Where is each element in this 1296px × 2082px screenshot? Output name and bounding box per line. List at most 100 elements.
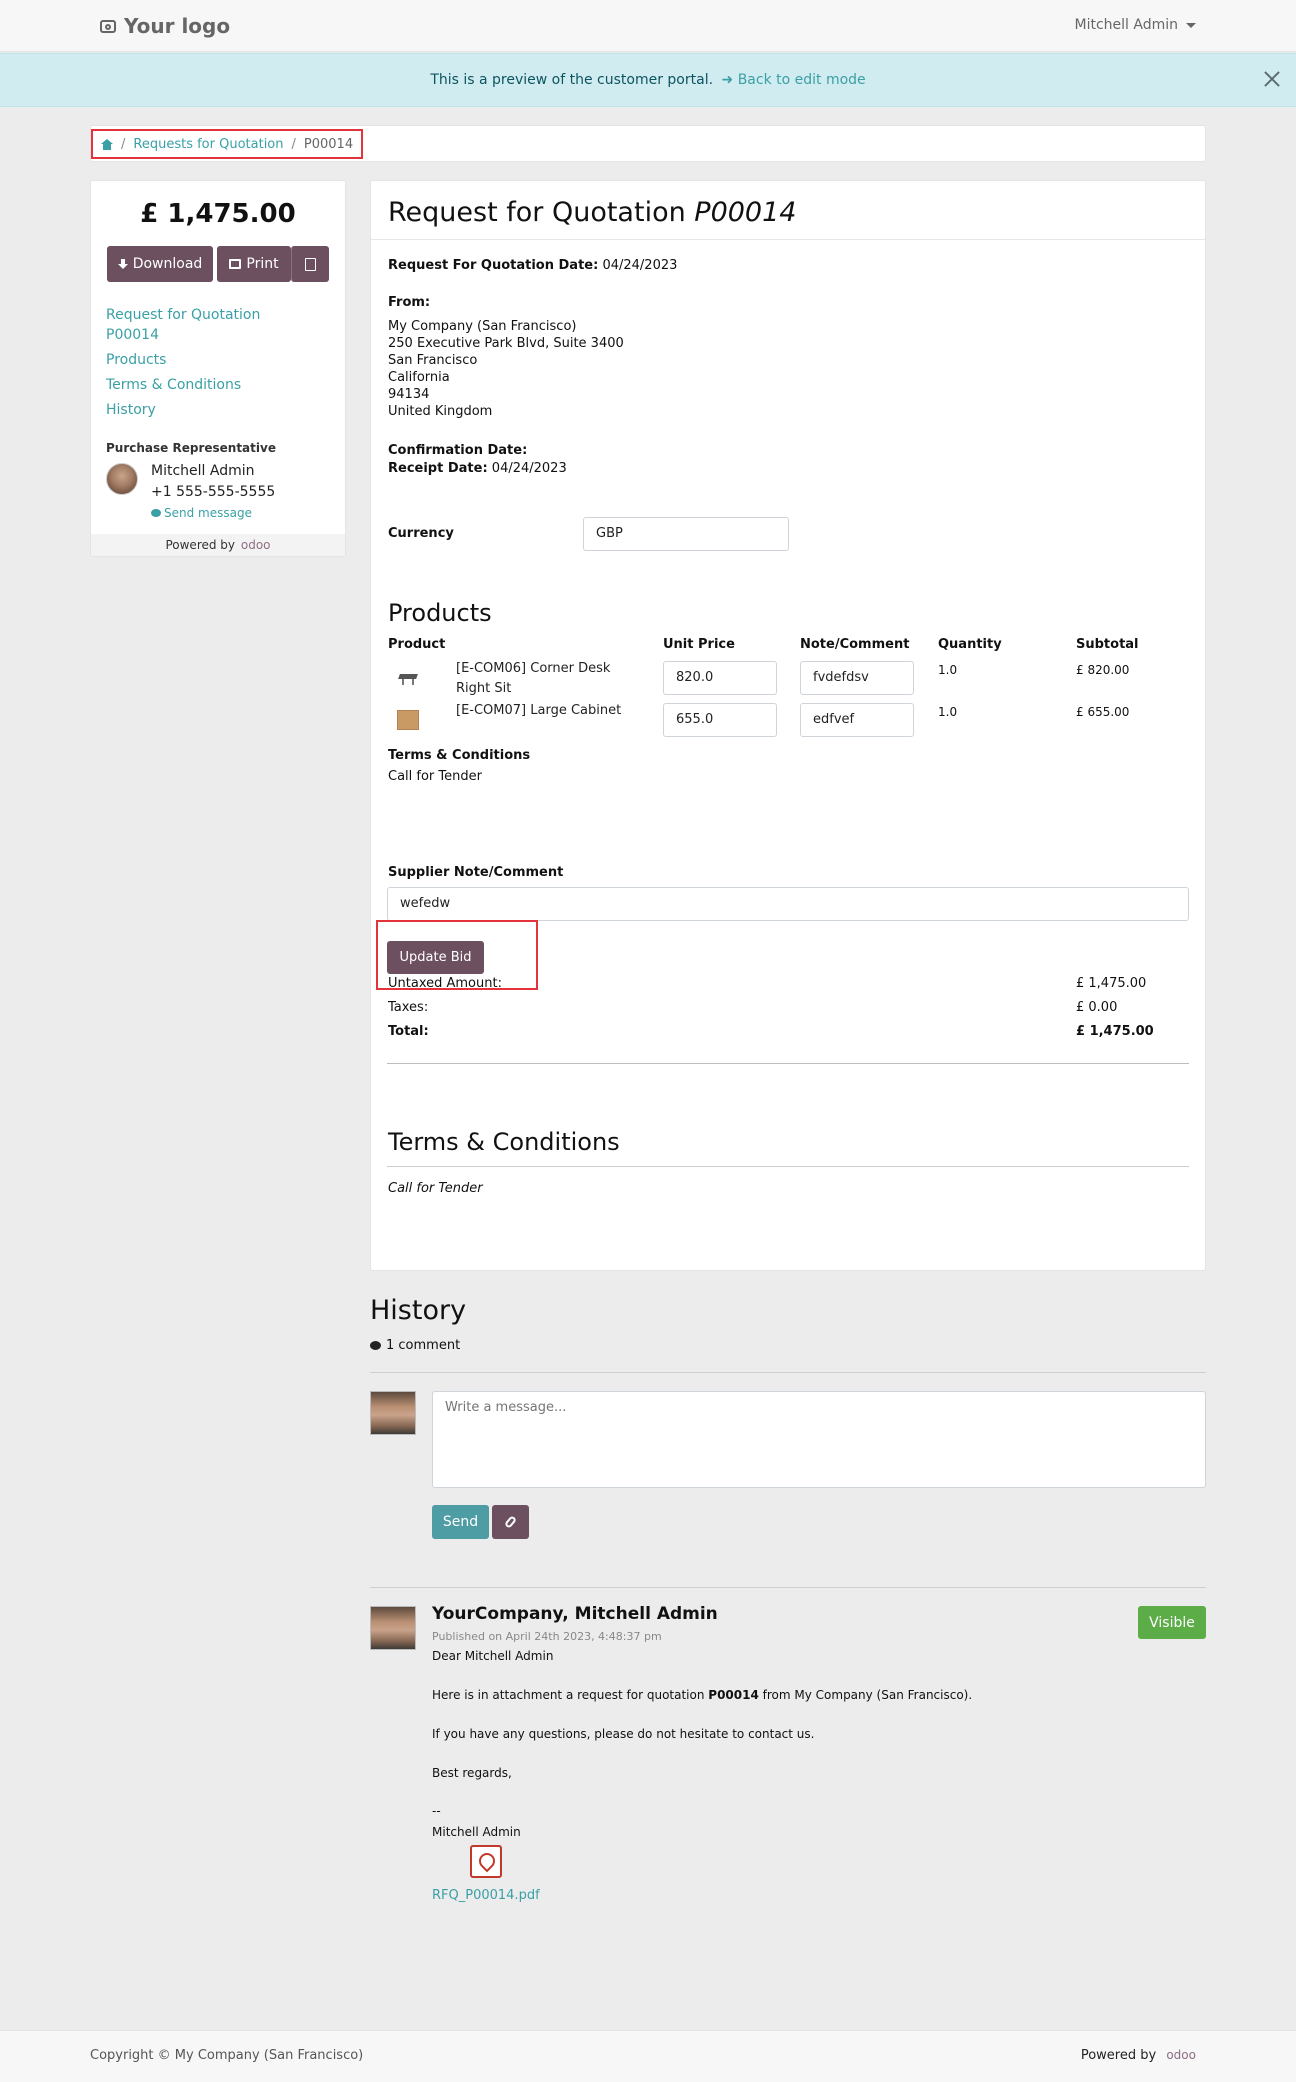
sidebar-item-rfq[interactable]: Request for Quotation P00014 (106, 305, 332, 345)
terms-value: Call for Tender (388, 769, 482, 784)
rep-phone: +1 555-555-5555 (151, 484, 276, 500)
message-questions: If you have any questions, please do not… (432, 1727, 815, 1741)
subtotal-value: £ 820.00 (1076, 663, 1130, 677)
message-regards: Best regards, (432, 1766, 512, 1780)
document-button[interactable] (291, 246, 329, 282)
product-name: [E-COM06] Corner Desk Right Sit (456, 659, 610, 699)
receipt-date-label: Receipt Date: (388, 461, 488, 476)
user-menu[interactable]: Mitchell Admin (1075, 17, 1196, 33)
comment-icon (151, 509, 161, 517)
sidebar-powered-by: Powered by odoo (91, 534, 345, 556)
note-input[interactable]: edfvef (800, 703, 914, 737)
message-text: from My Company (San Francisco). (758, 1688, 973, 1702)
untaxed-label: Untaxed Amount: (388, 976, 502, 991)
product-name-line: [E-COM06] Corner Desk (456, 661, 611, 676)
company-logo[interactable]: Your logo (100, 14, 230, 38)
terms-text: Call for Tender (388, 1181, 483, 1196)
address-line: 250 Executive Park Blvd, Suite 3400 (388, 336, 624, 351)
attach-button[interactable] (492, 1505, 529, 1539)
unit-price-input[interactable]: 820.0 (663, 661, 777, 695)
rfq-date-value: 04/24/2023 (602, 258, 678, 273)
sidebar-item-label: P00014 (106, 327, 159, 343)
arrow-right-icon: ➜ (721, 72, 734, 88)
odoo-logo[interactable]: odoo (1166, 2048, 1196, 2062)
from-address: My Company (San Francisco) 250 Executive… (388, 318, 624, 420)
divider (370, 1372, 1206, 1373)
rep-name: Mitchell Admin (151, 463, 255, 479)
col-note: Note/Comment (800, 637, 910, 652)
visible-button[interactable]: Visible (1138, 1606, 1206, 1639)
home-icon[interactable] (101, 138, 113, 150)
footer-powered-by: Powered by odoo (1081, 2048, 1196, 2063)
col-quantity: Quantity (938, 637, 1002, 652)
send-message-label: Send message (164, 506, 252, 520)
total-label: Total: (388, 1024, 429, 1039)
sidebar-nav: Request for Quotation P00014 Products Te… (106, 305, 332, 425)
note-input[interactable]: fvdefdsv (800, 661, 914, 695)
odoo-logo[interactable]: odoo (241, 538, 271, 552)
breadcrumb-highlight: / Requests for Quotation / P00014 (91, 129, 364, 159)
sidebar-item-history[interactable]: History (106, 400, 332, 420)
sidebar-total: £ 1,475.00 (140, 199, 296, 229)
rep-label: Purchase Representative (106, 441, 276, 455)
document-icon (305, 257, 316, 271)
message-signature: Mitchell Admin (432, 1825, 521, 1839)
back-to-edit-link[interactable]: Back to edit mode (738, 72, 866, 88)
products-heading: Products (388, 599, 492, 627)
message-dashes: -- (432, 1804, 441, 1818)
download-button[interactable]: Download (107, 246, 213, 282)
message-input[interactable] (432, 1391, 1206, 1488)
close-icon[interactable] (1262, 69, 1282, 89)
quantity-value: 1.0 (938, 705, 958, 719)
confirmation-date-label: Confirmation Date: (388, 443, 528, 458)
product-name-line: Right Sit (456, 681, 512, 696)
message-greeting: Dear Mitchell Admin (432, 1649, 554, 1663)
send-button[interactable]: Send (432, 1505, 489, 1539)
product-image (397, 710, 419, 730)
footer: Copyright © My Company (San Francisco) P… (0, 2030, 1296, 2082)
message-date: Published on April 24th 2023, 4:48:37 pm (432, 1630, 662, 1643)
supplier-note-input[interactable]: wefedw (387, 887, 1189, 921)
product-image (395, 666, 421, 688)
attachment-link[interactable]: RFQ_P00014.pdf (432, 1888, 540, 1903)
rfq-date-label: Request For Quotation Date: (388, 258, 599, 273)
unit-price-input[interactable]: 655.0 (663, 703, 777, 737)
address-line: 94134 (388, 387, 430, 402)
preview-text: This is a preview of the customer portal… (430, 72, 714, 88)
address-line: California (388, 370, 450, 385)
taxes-label: Taxes: (388, 1000, 429, 1015)
sidebar-item-label: Request for Quotation (106, 307, 261, 323)
download-label: Download (132, 256, 203, 272)
message-body: Here is in attachment a request for quot… (432, 1688, 972, 1702)
receipt-date-row: Receipt Date: 04/24/2023 (388, 461, 567, 476)
comment-count: 1 comment (370, 1338, 460, 1353)
print-button[interactable]: Print (217, 246, 291, 282)
history-heading: History (370, 1295, 467, 1326)
terms-heading: Terms & Conditions (388, 1128, 620, 1156)
untaxed-value: £ 1,475.00 (1076, 976, 1147, 991)
receipt-date-value: 04/24/2023 (491, 461, 567, 476)
preview-alert: This is a preview of the customer portal… (0, 53, 1296, 107)
address-line: San Francisco (388, 353, 478, 368)
breadcrumb-separator: / (121, 136, 126, 152)
sidebar-item-terms[interactable]: Terms & Conditions (106, 375, 332, 395)
subtotal-value: £ 655.00 (1076, 705, 1130, 719)
page-title: Request for Quotation P00014 (388, 197, 796, 228)
address-line: United Kingdom (388, 404, 493, 419)
logo-text: Your logo (124, 14, 231, 38)
avatar (370, 1391, 416, 1435)
pdf-icon[interactable] (470, 1845, 502, 1878)
send-message-link[interactable]: Send message (151, 506, 252, 520)
message-author: YourCompany, Mitchell Admin (432, 1604, 718, 1624)
taxes-value: £ 0.00 (1076, 1000, 1118, 1015)
avatar (106, 463, 138, 495)
paperclip-icon (503, 1515, 518, 1529)
sidebar-item-products[interactable]: Products (106, 350, 332, 370)
top-navbar: Your logo Mitchell Admin (0, 0, 1296, 52)
address-line: My Company (San Francisco) (388, 319, 577, 334)
col-product: Product (388, 637, 446, 652)
comments-icon (370, 1341, 381, 1350)
breadcrumb-rfq-link[interactable]: Requests for Quotation (133, 137, 283, 152)
currency-field[interactable]: GBP (583, 517, 789, 551)
update-bid-button[interactable]: Update Bid (387, 941, 484, 974)
